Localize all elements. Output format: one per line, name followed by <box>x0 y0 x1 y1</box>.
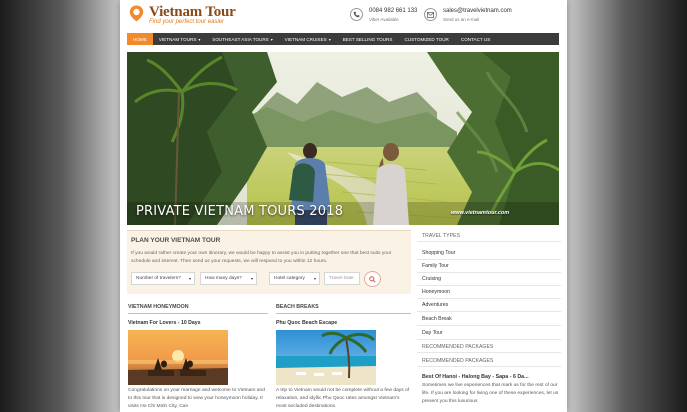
travel-type-honeymoon[interactable]: Honeymoon <box>417 286 561 299</box>
hero-watermark: www.vietnamtour.com <box>451 210 510 216</box>
beach-post-title[interactable]: Phu Quoc Beach Escape <box>276 320 337 326</box>
site-header: Vietnam Tour Find your perfect tour easi… <box>120 0 567 32</box>
hero-photo <box>127 52 559 225</box>
phone-contact: 0084 982 661 133 Viber Available <box>350 7 430 25</box>
email-note: Send us an e-mail <box>443 17 480 22</box>
hotel-category-select[interactable]: Hotel category ▾ <box>269 272 320 285</box>
package-title[interactable]: Best Of Hanoi - Halong Bay - Sapa - 6 Da… <box>422 374 529 380</box>
travel-type-cruising[interactable]: Cruising <box>417 273 561 286</box>
honeymoon-heading: VIETNAM HONEYMOON <box>128 304 189 310</box>
phone-number[interactable]: 0084 982 661 133 <box>369 8 417 14</box>
recommended-packages-heading: RECOMMENDED PACKAGES <box>417 344 561 353</box>
phone-icon <box>350 8 363 21</box>
chevron-down-icon: ▾ <box>188 276 191 281</box>
honeymoon-post-image[interactable] <box>128 330 228 385</box>
search-button[interactable] <box>364 271 381 287</box>
brand-tagline: Find your perfect tour easier <box>149 19 225 25</box>
honeymoon-post-excerpt: Congratulations on your marriage and wel… <box>128 388 265 409</box>
travel-date-input[interactable] <box>324 272 360 285</box>
chevron-down-icon: ▾ <box>313 276 316 281</box>
honeymoon-post-title[interactable]: Vietnam For Lovers - 10 Days <box>128 320 201 326</box>
main-nav: HOME VIETNAM TOURS ▾ SOUTHEAST ASIA TOURS… <box>127 33 559 45</box>
chevron-down-icon: ▾ <box>250 276 253 281</box>
recommended-packages-heading-2: RECOMMENDED PACKAGES <box>417 358 561 367</box>
sidebar: TRAVEL TYPES Shopping Tour Family Tour C… <box>417 231 561 412</box>
hero-banner[interactable]: PRIVATE VIETNAM TOURS 2018 www.vietnamto… <box>127 52 559 225</box>
nav-home[interactable]: HOME <box>127 33 153 45</box>
beach-heading: BEACH BREAKS <box>276 304 319 310</box>
travel-type-day-tour[interactable]: Day Tour <box>417 327 561 340</box>
package-excerpt: Sometimes we live experiences that mark … <box>422 383 559 404</box>
nav-vietnam-tours[interactable]: VIETNAM TOURS ▾ <box>153 33 207 45</box>
travelers-select[interactable]: Number of travelers? ▾ <box>131 272 195 285</box>
honeymoon-rule <box>128 313 268 314</box>
email-address[interactable]: sales@travelvietnam.com <box>443 8 512 14</box>
travel-types-heading: TRAVEL TYPES <box>417 233 561 242</box>
plan-tour-form: PLAN YOUR VIETNAM TOUR If you would rath… <box>127 230 411 294</box>
envelope-icon <box>424 8 437 21</box>
beach-post-image[interactable] <box>276 330 376 385</box>
chevron-down-icon: ▾ <box>198 37 201 42</box>
page-container: Vietnam Tour Find your perfect tour easi… <box>120 0 567 412</box>
hero-caption: PRIVATE VIETNAM TOURS 2018 <box>136 204 344 219</box>
nav-contact-us[interactable]: CONTACT US <box>455 33 496 45</box>
search-icon <box>369 275 376 283</box>
days-select[interactable]: How many days? ▾ <box>200 272 257 285</box>
beach-post-excerpt: A trip to Vietnam would not be complete … <box>276 388 410 409</box>
phone-note: Viber Available <box>369 17 399 22</box>
travel-type-family-tour[interactable]: Family Tour <box>417 260 561 273</box>
chevron-down-icon: ▾ <box>328 37 331 42</box>
beach-rule <box>276 313 411 314</box>
nav-vietnam-cruises[interactable]: VIETNAM CRUISES ▾ <box>279 33 337 45</box>
travel-type-shopping-tour[interactable]: Shopping Tour <box>417 247 561 260</box>
plan-title: PLAN YOUR VIETNAM TOUR <box>131 237 221 244</box>
nav-customized-tour[interactable]: CUSTOMIZED TOUR <box>398 33 454 45</box>
email-contact: sales@travelvietnam.com Send us an e-mai… <box>424 7 534 25</box>
travel-type-adventures[interactable]: Adventures <box>417 299 561 312</box>
nav-best-selling-tours[interactable]: BEST SELLING TOURS <box>337 33 399 45</box>
chevron-down-icon: ▾ <box>270 37 273 42</box>
map-pin-icon[interactable] <box>129 5 144 22</box>
nav-southeast-asia-tours[interactable]: SOUTHEAST ASIA TOURS ▾ <box>206 33 278 45</box>
travel-type-beach-break[interactable]: Beach Break <box>417 313 561 326</box>
plan-description: If you would rather create your own itin… <box>131 251 392 264</box>
